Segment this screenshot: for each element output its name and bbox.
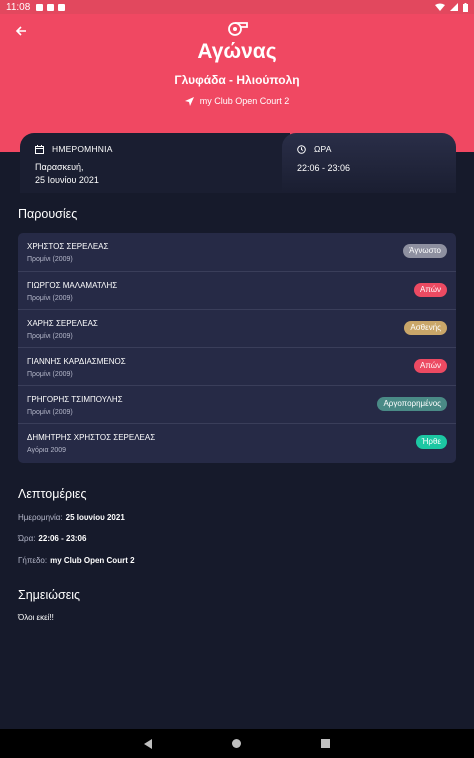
notes-text: Όλοι εκεί!! bbox=[18, 613, 54, 622]
clock-icon bbox=[297, 144, 306, 154]
match-teams: Γλυφάδα - Ηλιούπολη bbox=[174, 73, 300, 87]
player-name: ΧΡΗΣΤΟΣ ΣΕΡΕΛΕΑΣ bbox=[27, 242, 109, 251]
status-time: 11:08 bbox=[6, 1, 31, 13]
attendance-row[interactable]: ΧΡΗΣΤΟΣ ΣΕΡΕΛΕΑΣ Προμίνι (2009) Άγνωστο bbox=[18, 233, 456, 271]
notification-icon bbox=[36, 3, 44, 11]
back-arrow-icon bbox=[15, 26, 26, 36]
attendance-title: Παρουσίες bbox=[18, 207, 78, 221]
status-badge[interactable]: Απών bbox=[414, 283, 447, 297]
nav-home-icon[interactable] bbox=[232, 739, 241, 748]
details-date-label: Ημερομηνία: bbox=[18, 513, 63, 522]
date-value: Παρασκευή, 25 Ιουνίου 2021 bbox=[35, 161, 290, 187]
whistle-icon bbox=[228, 22, 248, 36]
details-title: Λεπτομέριες bbox=[18, 487, 87, 501]
date-value-day: Παρασκευή, bbox=[35, 162, 84, 172]
details-court-value: my Club Open Court 2 bbox=[50, 556, 135, 565]
details-court-label: Γήπεδο: bbox=[18, 556, 48, 565]
details-time: Ώρα: 22:06 - 23:06 bbox=[18, 534, 86, 543]
notification-icon bbox=[47, 3, 55, 11]
venue-line: my Club Open Court 2 bbox=[0, 96, 474, 106]
match-header: Αγώνας Γλυφάδα - Ηλιούπολη my Club Open … bbox=[0, 14, 474, 152]
system-nav-bar bbox=[0, 729, 474, 758]
player-category: Αγόρια 2009 bbox=[27, 447, 67, 454]
player-name: ΓΡΗΓΟΡΗΣ ΤΣΙΜΠΟΥΛΗΣ bbox=[27, 395, 123, 404]
player-name: ΓΙΑΝΝΗΣ ΚΑΡΔΙΑΣΜΕΝΟΣ bbox=[27, 357, 126, 366]
details-court: Γήπεδο: my Club Open Court 2 bbox=[18, 556, 135, 565]
status-badge[interactable]: Ασθενής bbox=[404, 321, 447, 335]
back-button[interactable] bbox=[10, 20, 32, 42]
time-label: ΩΡΑ bbox=[314, 144, 332, 154]
attendance-row[interactable]: ΧΑΡΗΣ ΣΕΡΕΛΕΑΣ Προμίνι (2009) Ασθενής bbox=[18, 309, 456, 347]
status-badge[interactable]: Άγνωστο bbox=[403, 244, 447, 258]
page-title: Αγώνας bbox=[197, 40, 277, 63]
date-card-header: ΗΜΕΡΟΜΗΝΙΑ bbox=[35, 144, 290, 154]
time-value: 22:06 - 23:06 bbox=[297, 163, 351, 173]
time-card: ΩΡΑ 22:06 - 23:06 bbox=[282, 133, 456, 193]
time-card-header: ΩΡΑ bbox=[297, 144, 456, 154]
attendance-row[interactable]: ΓΙΩΡΓΟΣ ΜΑΛΑΜΑΤΛΗΣ Προμίνι (2009) Απών bbox=[18, 271, 456, 309]
details-time-value: 22:06 - 23:06 bbox=[38, 534, 87, 543]
nav-back-icon[interactable] bbox=[144, 738, 152, 749]
player-category: Προμίνι (2009) bbox=[27, 371, 73, 378]
system-icons bbox=[435, 2, 468, 12]
player-category: Προμίνι (2009) bbox=[27, 256, 73, 263]
player-category: Προμίνι (2009) bbox=[27, 295, 73, 302]
attendance-row[interactable]: ΓΙΑΝΝΗΣ ΚΑΡΔΙΑΣΜΕΝΟΣ Προμίνι (2009) Απών bbox=[18, 347, 456, 385]
player-name: ΓΙΩΡΓΟΣ ΜΑΛΑΜΑΤΛΗΣ bbox=[27, 281, 118, 290]
attendance-list: ΧΡΗΣΤΟΣ ΣΕΡΕΛΕΑΣ Προμίνι (2009) Άγνωστο … bbox=[18, 233, 456, 463]
status-badge[interactable]: Ήρθε bbox=[415, 435, 447, 449]
nav-recents-icon[interactable] bbox=[321, 739, 330, 748]
player-name: ΔΗΜΗΤΡΗΣ ΧΡΗΣΤΟΣ ΣΕΡΕΛΕΑΣ bbox=[27, 433, 156, 442]
venue-name: my Club Open Court 2 bbox=[199, 96, 290, 106]
wifi-icon bbox=[435, 3, 445, 11]
player-name: ΧΑΡΗΣ ΣΕΡΕΛΕΑΣ bbox=[27, 319, 98, 328]
date-label: ΗΜΕΡΟΜΗΝΙΑ bbox=[52, 144, 113, 154]
date-card: ΗΜΕΡΟΜΗΝΙΑ Παρασκευή, 25 Ιουνίου 2021 bbox=[20, 133, 290, 193]
status-badge[interactable]: Αργοπορημένος bbox=[377, 397, 447, 411]
details-date: Ημερομηνία: 25 Ιουνίου 2021 bbox=[18, 513, 125, 522]
notes-title: Σημειώσεις bbox=[18, 588, 81, 602]
notification-icons bbox=[36, 3, 66, 11]
status-bar: 11:08 bbox=[0, 0, 474, 14]
attendance-row[interactable]: ΓΡΗΓΟΡΗΣ ΤΣΙΜΠΟΥΛΗΣ Προμίνι (2009) Αργοπ… bbox=[18, 385, 456, 423]
details-date-value: 25 Ιουνίου 2021 bbox=[65, 513, 125, 522]
attendance-row[interactable]: ΔΗΜΗΤΡΗΣ ΧΡΗΣΤΟΣ ΣΕΡΕΛΕΑΣ Αγόρια 2009 Ήρ… bbox=[18, 423, 456, 461]
player-category: Προμίνι (2009) bbox=[27, 333, 73, 340]
calendar-icon bbox=[35, 144, 44, 154]
player-category: Προμίνι (2009) bbox=[27, 409, 73, 416]
details-time-label: Ώρα: bbox=[18, 534, 36, 543]
battery-icon bbox=[463, 2, 468, 12]
status-badge[interactable]: Απών bbox=[414, 359, 447, 373]
date-value-date: 25 Ιουνίου 2021 bbox=[35, 175, 99, 185]
location-arrow-icon bbox=[184, 96, 194, 106]
signal-icon bbox=[450, 3, 458, 11]
notification-icon bbox=[58, 3, 66, 11]
